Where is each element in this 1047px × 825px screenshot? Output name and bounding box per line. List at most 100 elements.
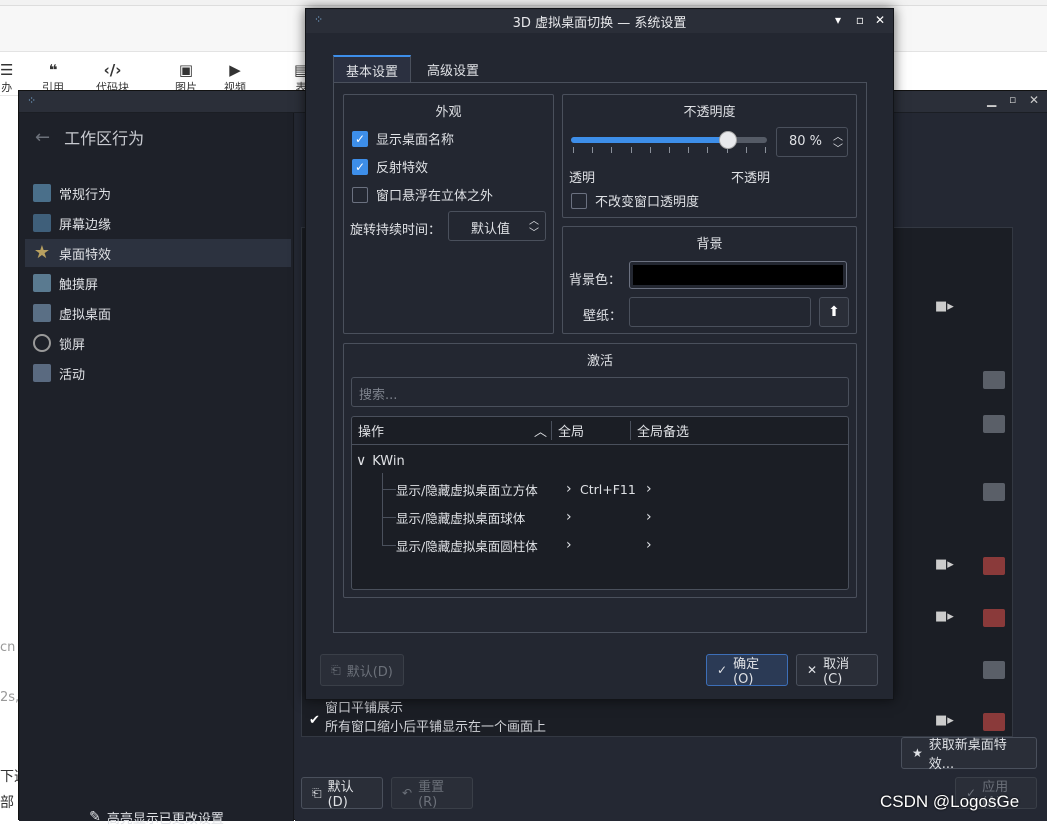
sidebar-item-touchscreen[interactable]: 触摸屏 — [25, 269, 291, 297]
chevron-right-icon[interactable]: › — [566, 481, 580, 497]
slider-tick — [688, 147, 690, 153]
slider-tick — [707, 147, 709, 153]
opacity-min-label: 透明 — [569, 171, 596, 186]
table-row[interactable]: 显示/隐藏虚拟桌面圆柱体 › › — [382, 531, 848, 559]
duration-spinbox[interactable]: 默认值 ︿ ﹀ — [448, 211, 546, 241]
column-global[interactable]: 全局 — [552, 421, 631, 440]
get-new-effects-button[interactable]: ★ 获取新桌面特效... — [901, 737, 1037, 772]
ok-button[interactable]: ✓ 确定(O) — [706, 654, 788, 687]
cube-settings-dialog: ⁘ 3D 虚拟桌面切换 — 系统设置 ▾ ▫ ✕ 基本设置 高级设置 外观 ✓ 显… — [305, 8, 894, 700]
sidebar-item-desktop-effects[interactable]: ★ 桌面特效 — [25, 239, 291, 267]
table-row[interactable]: 显示/隐藏虚拟桌面立方体 › Ctrl+F11 › — [382, 475, 848, 503]
video-icon[interactable]: ■▸ — [935, 609, 954, 624]
tab-advanced-settings[interactable]: 高级设置 — [414, 55, 492, 83]
chevron-right-icon[interactable]: › — [646, 509, 652, 525]
close-icon[interactable]: ✕ — [872, 12, 888, 28]
effect-config-icon[interactable] — [983, 483, 1005, 501]
table-row[interactable]: 显示/隐藏虚拟桌面球体 › › — [382, 503, 848, 531]
sidebar-item-lock-screen[interactable]: 锁屏 — [25, 329, 291, 357]
default-button[interactable]: ⎗ 默认(D) — [301, 777, 383, 810]
opacity-max-label: 不透明 — [731, 171, 771, 186]
slider-tick — [765, 147, 766, 153]
table-header: 操作 ︿ 全局 全局备选 — [352, 417, 848, 445]
keep-opacity-checkbox[interactable]: 不改变窗口透明度 — [571, 191, 699, 210]
editor-text-fragment: cn — [0, 640, 16, 655]
tab-basic-settings[interactable]: 基本设置 — [333, 55, 411, 83]
screen-edges-icon — [33, 214, 51, 232]
slider-tick — [592, 147, 594, 153]
upload-icon[interactable]: ⬆ — [819, 297, 849, 327]
tree-group-kwin[interactable]: ∨ KWin — [356, 447, 405, 475]
toolbar-list-button[interactable]: ☰ 办 — [0, 62, 13, 94]
checkbox-empty — [571, 192, 587, 209]
effect-config-icon[interactable] — [983, 609, 1005, 627]
app-icon: ⁘ — [27, 94, 37, 107]
search-input[interactable]: 搜索... — [351, 377, 849, 407]
effect-config-icon[interactable] — [983, 557, 1005, 575]
reflection-checkbox[interactable]: ✓ 反射特效 — [352, 157, 428, 176]
sidebar-item-general[interactable]: 常规行为 — [25, 179, 291, 207]
chevron-right-icon[interactable]: › — [646, 481, 652, 497]
opacity-slider-fill — [571, 137, 728, 143]
bg-color-swatch — [633, 265, 843, 285]
column-global-alt[interactable]: 全局备选 — [631, 421, 689, 440]
slider-tick — [630, 147, 632, 153]
slider-tick — [573, 147, 574, 153]
effect-config-icon[interactable] — [983, 661, 1005, 679]
activities-icon — [33, 364, 51, 382]
effect-row[interactable]: 窗口平铺展示 所有窗口缩小后平铺显示在一个画面上 — [325, 697, 925, 735]
column-action[interactable]: 操作 ︿ — [352, 421, 552, 440]
group-title: 激活 — [586, 354, 613, 369]
slider-tick — [611, 147, 613, 153]
effect-config-icon[interactable] — [983, 371, 1005, 389]
video-icon[interactable]: ■▸ — [935, 299, 954, 314]
windows-hover-checkbox[interactable]: 窗口悬浮在立体之外 — [352, 185, 493, 204]
spin-down-icon[interactable]: ﹀ — [529, 224, 539, 239]
dialog-titlebar: ⁘ 3D 虚拟桌面切换 — 系统设置 ▾ ▫ ✕ — [306, 9, 893, 33]
slider-tick — [745, 147, 747, 153]
group-title: 不透明度 — [683, 105, 736, 120]
opacity-spinbox[interactable]: 80 % ︿ ﹀ — [776, 127, 848, 157]
maximize-icon[interactable]: ▫ — [1009, 93, 1016, 106]
effect-config-icon[interactable] — [983, 415, 1005, 433]
bg-color-button[interactable] — [629, 261, 847, 289]
group-title: 背景 — [696, 237, 723, 252]
highlight-changes-button[interactable]: ✎ 高亮显示已更改设置 — [19, 801, 294, 825]
checkbox-empty — [352, 186, 368, 203]
cancel-button[interactable]: ✕ 取消(C) — [796, 654, 878, 687]
background-group: 背景 背景色： 壁纸： ⬆ — [562, 226, 857, 334]
maximize-icon[interactable]: ▫ — [852, 12, 868, 28]
video-icon[interactable]: ■▸ — [935, 557, 954, 572]
wallpaper-field[interactable] — [629, 297, 811, 327]
effect-config-icon[interactable] — [983, 713, 1005, 731]
video-icon[interactable]: ■▸ — [935, 713, 954, 728]
sidebar-header: ← 工作区行为 — [19, 113, 294, 161]
reset-button[interactable]: ↶ 重置(R) — [391, 777, 473, 810]
close-icon[interactable]: ✕ — [1029, 93, 1039, 107]
minimize-icon[interactable]: ▁ — [987, 93, 996, 107]
close-icon: ✕ — [807, 663, 818, 677]
wallpaper-label: 壁纸： — [583, 309, 623, 324]
chevron-right-icon[interactable]: › — [566, 509, 580, 525]
sort-up-icon: ︿ — [533, 425, 547, 440]
activation-group: 激活 搜索... 操作 ︿ 全局 全局备选 ∨ KWin 显示/隐藏虚拟桌面立方体 … — [343, 343, 857, 598]
highlight-label: 高亮显示已更改设置 — [106, 811, 224, 825]
sidebar-item-activities[interactable]: 活动 — [25, 359, 291, 387]
show-desktop-name-checkbox[interactable]: ✓ 显示桌面名称 — [352, 129, 454, 148]
bg-color-label: 背景色： — [569, 273, 622, 288]
chevron-right-icon[interactable]: › — [566, 537, 580, 553]
effect-checkbox[interactable]: ✔ — [309, 713, 320, 728]
back-arrow-icon[interactable]: ← — [35, 127, 50, 148]
sidebar: ← 工作区行为 常规行为 屏幕边缘 ★ 桌面特效 触摸屏 虚拟桌面 锁屏 活动 ✎… — [19, 113, 294, 825]
sidebar-item-screen-edges[interactable]: 屏幕边缘 — [25, 209, 291, 237]
restore-icon: ⎗ — [312, 785, 322, 800]
sidebar-item-virtual-desktop[interactable]: 虚拟桌面 — [25, 299, 291, 327]
slider-tick — [649, 147, 651, 153]
opacity-slider-track[interactable] — [571, 137, 767, 143]
minimize-icon[interactable]: ▾ — [830, 12, 846, 28]
chevron-right-icon[interactable]: › — [646, 537, 652, 553]
opacity-slider-handle[interactable] — [718, 131, 737, 149]
dialog-default-button[interactable]: ⎗ 默认(D) — [320, 654, 404, 686]
spin-down-icon[interactable]: ﹀ — [833, 140, 843, 155]
star-icon: ★ — [33, 242, 51, 263]
